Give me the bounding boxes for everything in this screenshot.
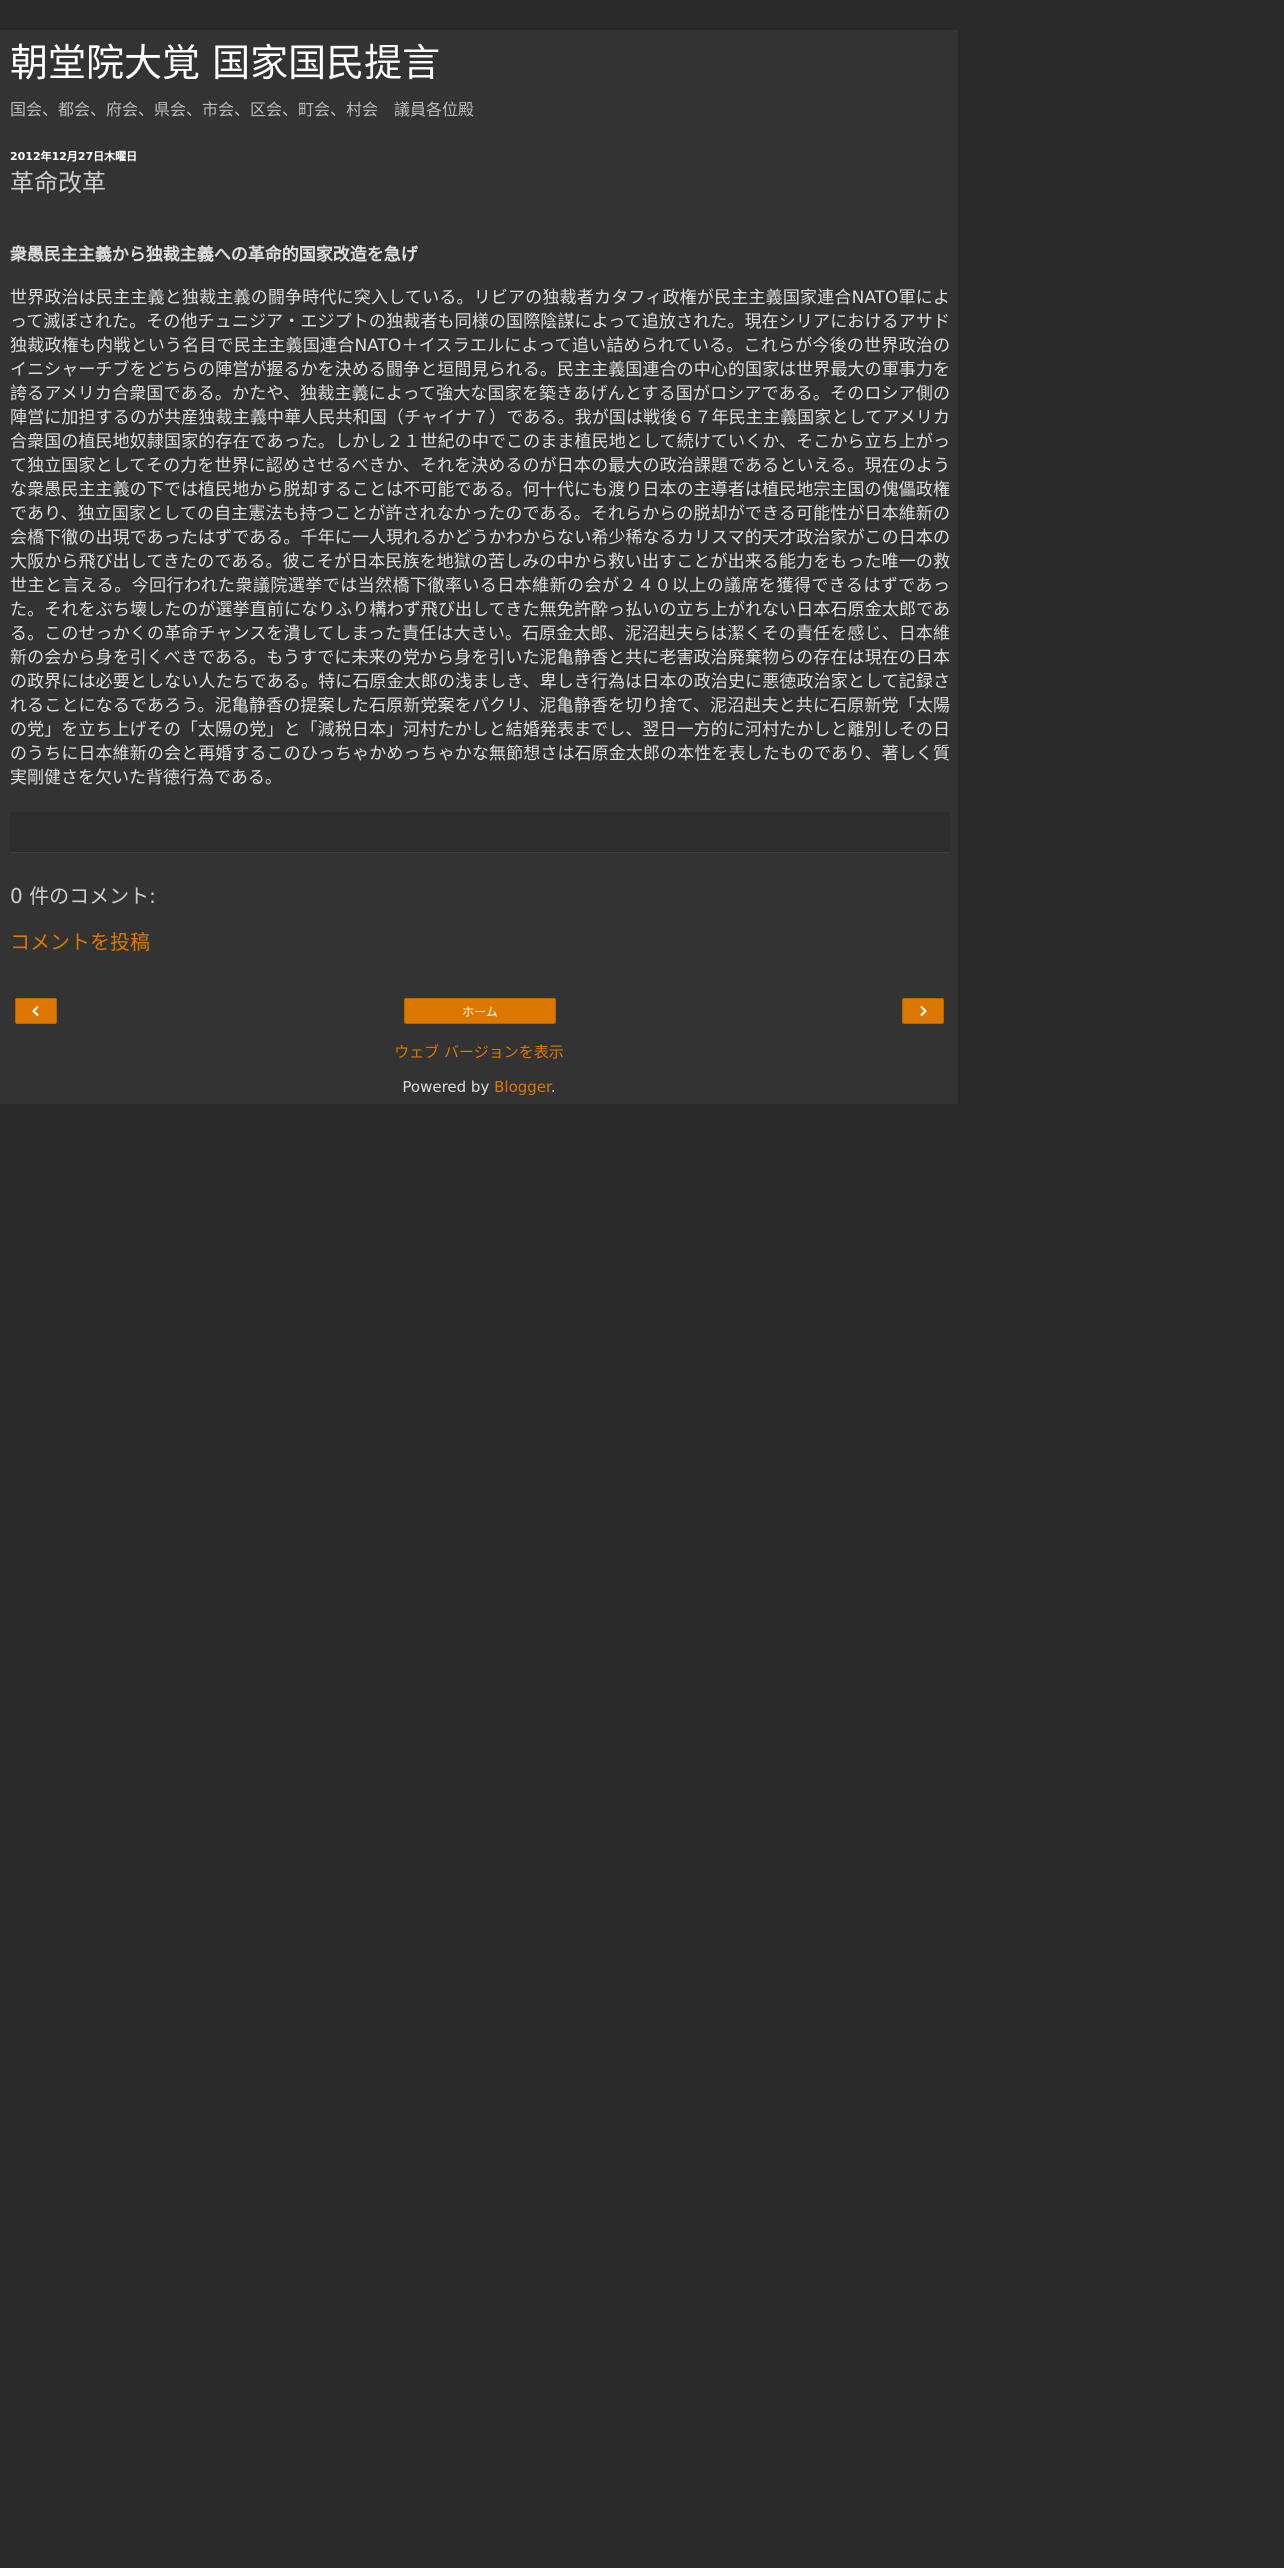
blogger-link[interactable]: Blogger [494, 1078, 551, 1096]
web-version-row: ウェブ バージョンを表示 [0, 1041, 958, 1062]
older-post-button[interactable] [902, 998, 944, 1024]
newer-post-button[interactable] [15, 998, 57, 1024]
post-title: 革命改革 [10, 169, 106, 197]
chevron-right-icon [920, 1005, 927, 1017]
post-heading: 衆愚民主主義から独裁主義への革命的国家改造を急げ [10, 245, 418, 265]
post-comment-link[interactable]: コメントを投稿 [10, 926, 150, 955]
powered-by-text: Powered by [402, 1078, 495, 1096]
blog-title[interactable]: 朝堂院大覚 国家国民提言 [10, 40, 440, 88]
comments-count: 0 件のコメント: [10, 884, 156, 908]
powered-by: Powered by Blogger. [0, 1078, 958, 1096]
web-version-link[interactable]: ウェブ バージョンを表示 [394, 1043, 563, 1061]
powered-by-suffix: . [550, 1078, 556, 1096]
home-button[interactable]: ホーム [404, 998, 556, 1024]
post-body: 世界政治は民主主義と独裁主義の闘争時代に突入している。リビアの独裁者カタフィ政権… [10, 288, 950, 788]
blog-page: 朝堂院大覚 国家国民提言 国会、都会、府会、県会、市会、区会、町会、村会 議員各… [0, 30, 958, 1104]
post-footer [10, 812, 950, 853]
chevron-left-icon [32, 1005, 39, 1017]
blog-description: 国会、都会、府会、県会、市会、区会、町会、村会 議員各位殿 [10, 100, 475, 119]
post-date: 2012年12月27日木曜日 [10, 150, 138, 163]
